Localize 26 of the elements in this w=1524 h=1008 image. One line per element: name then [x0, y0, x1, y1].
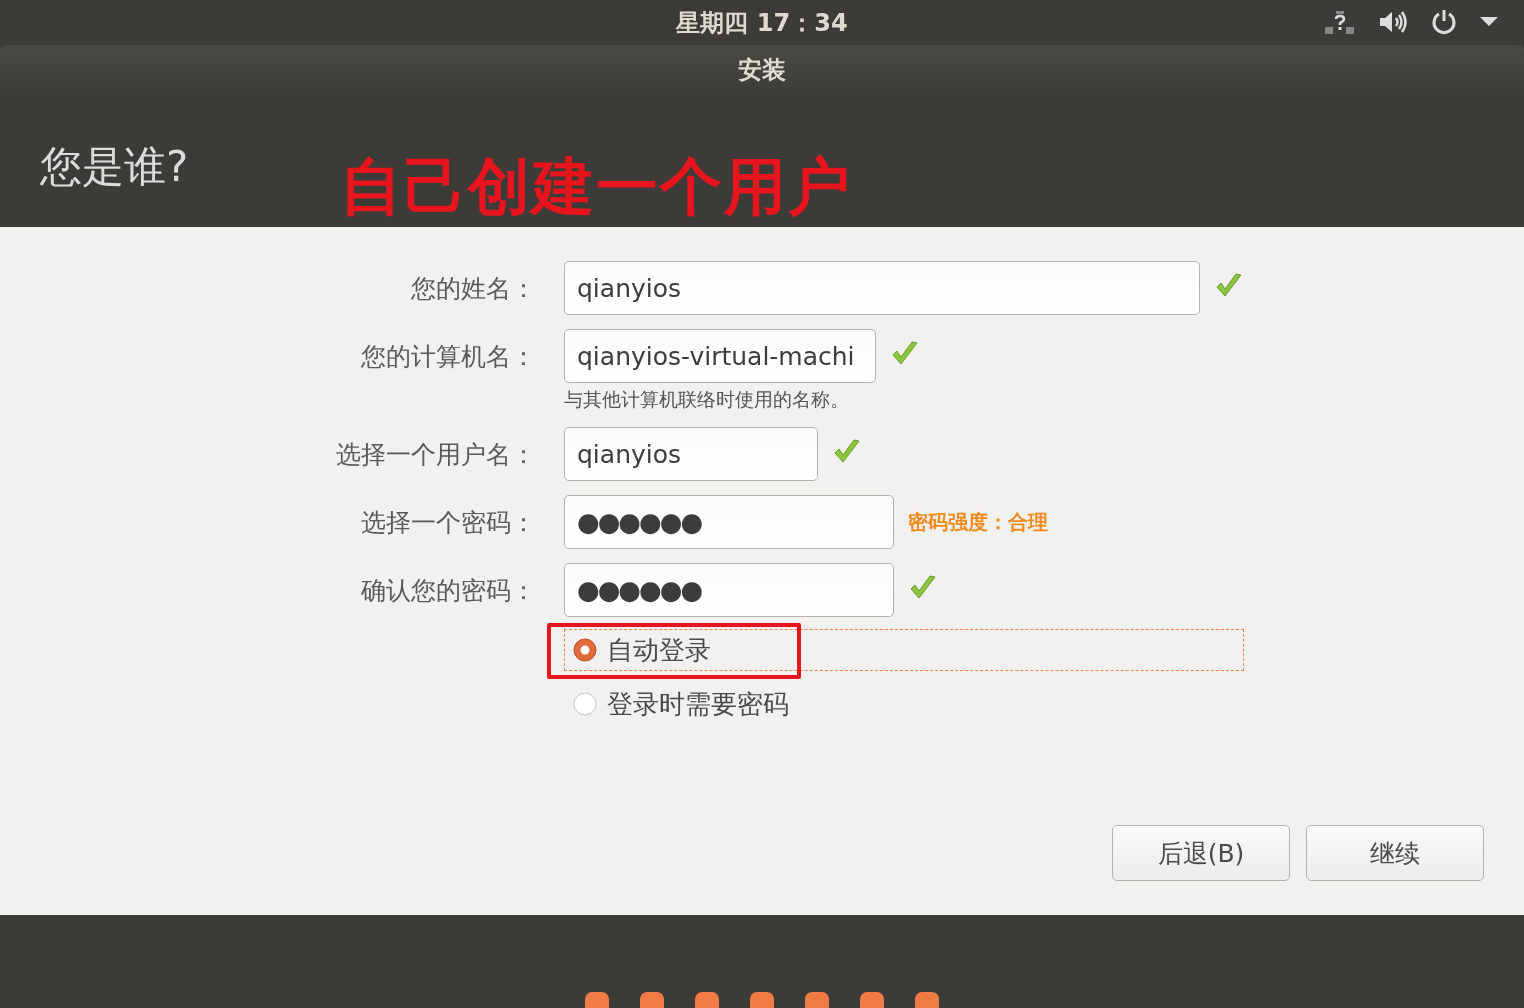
input-field[interactable]: qianyios [564, 261, 1200, 315]
field-label: 您的姓名： [411, 272, 536, 305]
annotation-text: 自己创建一个用户 [340, 149, 852, 225]
password-field[interactable]: ●●●●●● [564, 495, 894, 549]
continue-button[interactable]: 继续 [1306, 825, 1484, 881]
dropdown-icon[interactable] [1480, 17, 1498, 27]
volume-icon[interactable] [1378, 10, 1408, 34]
input-field[interactable]: qianyios [564, 427, 818, 481]
field-hint: 与其他计算机联络时使用的名称。 [564, 387, 850, 412]
field-label: 确认您的密码： [361, 574, 536, 607]
radio-label[interactable]: 自动登录 [607, 632, 711, 668]
field-label: 您的计算机名： [361, 340, 536, 373]
window-title: 安装 [738, 55, 786, 86]
field-label: 选择一个用户名： [336, 438, 536, 471]
clock: 星期四 17：34 [676, 7, 848, 39]
radio-button[interactable] [573, 692, 597, 716]
page-title: 您是谁? [40, 141, 189, 193]
power-icon[interactable] [1430, 8, 1458, 36]
field-label: 选择一个密码： [361, 506, 536, 539]
radio-label[interactable]: 登录时需要密码 [607, 686, 789, 722]
password-strength: 密码强度：合理 [908, 508, 1048, 536]
input-field[interactable]: qianyios-virtual-machi [564, 329, 876, 383]
password-field[interactable]: ●●●●●● [564, 563, 894, 617]
radio-button[interactable] [573, 638, 597, 662]
back-button[interactable]: 后退(B) [1112, 825, 1290, 881]
network-icon[interactable] [1324, 9, 1356, 35]
